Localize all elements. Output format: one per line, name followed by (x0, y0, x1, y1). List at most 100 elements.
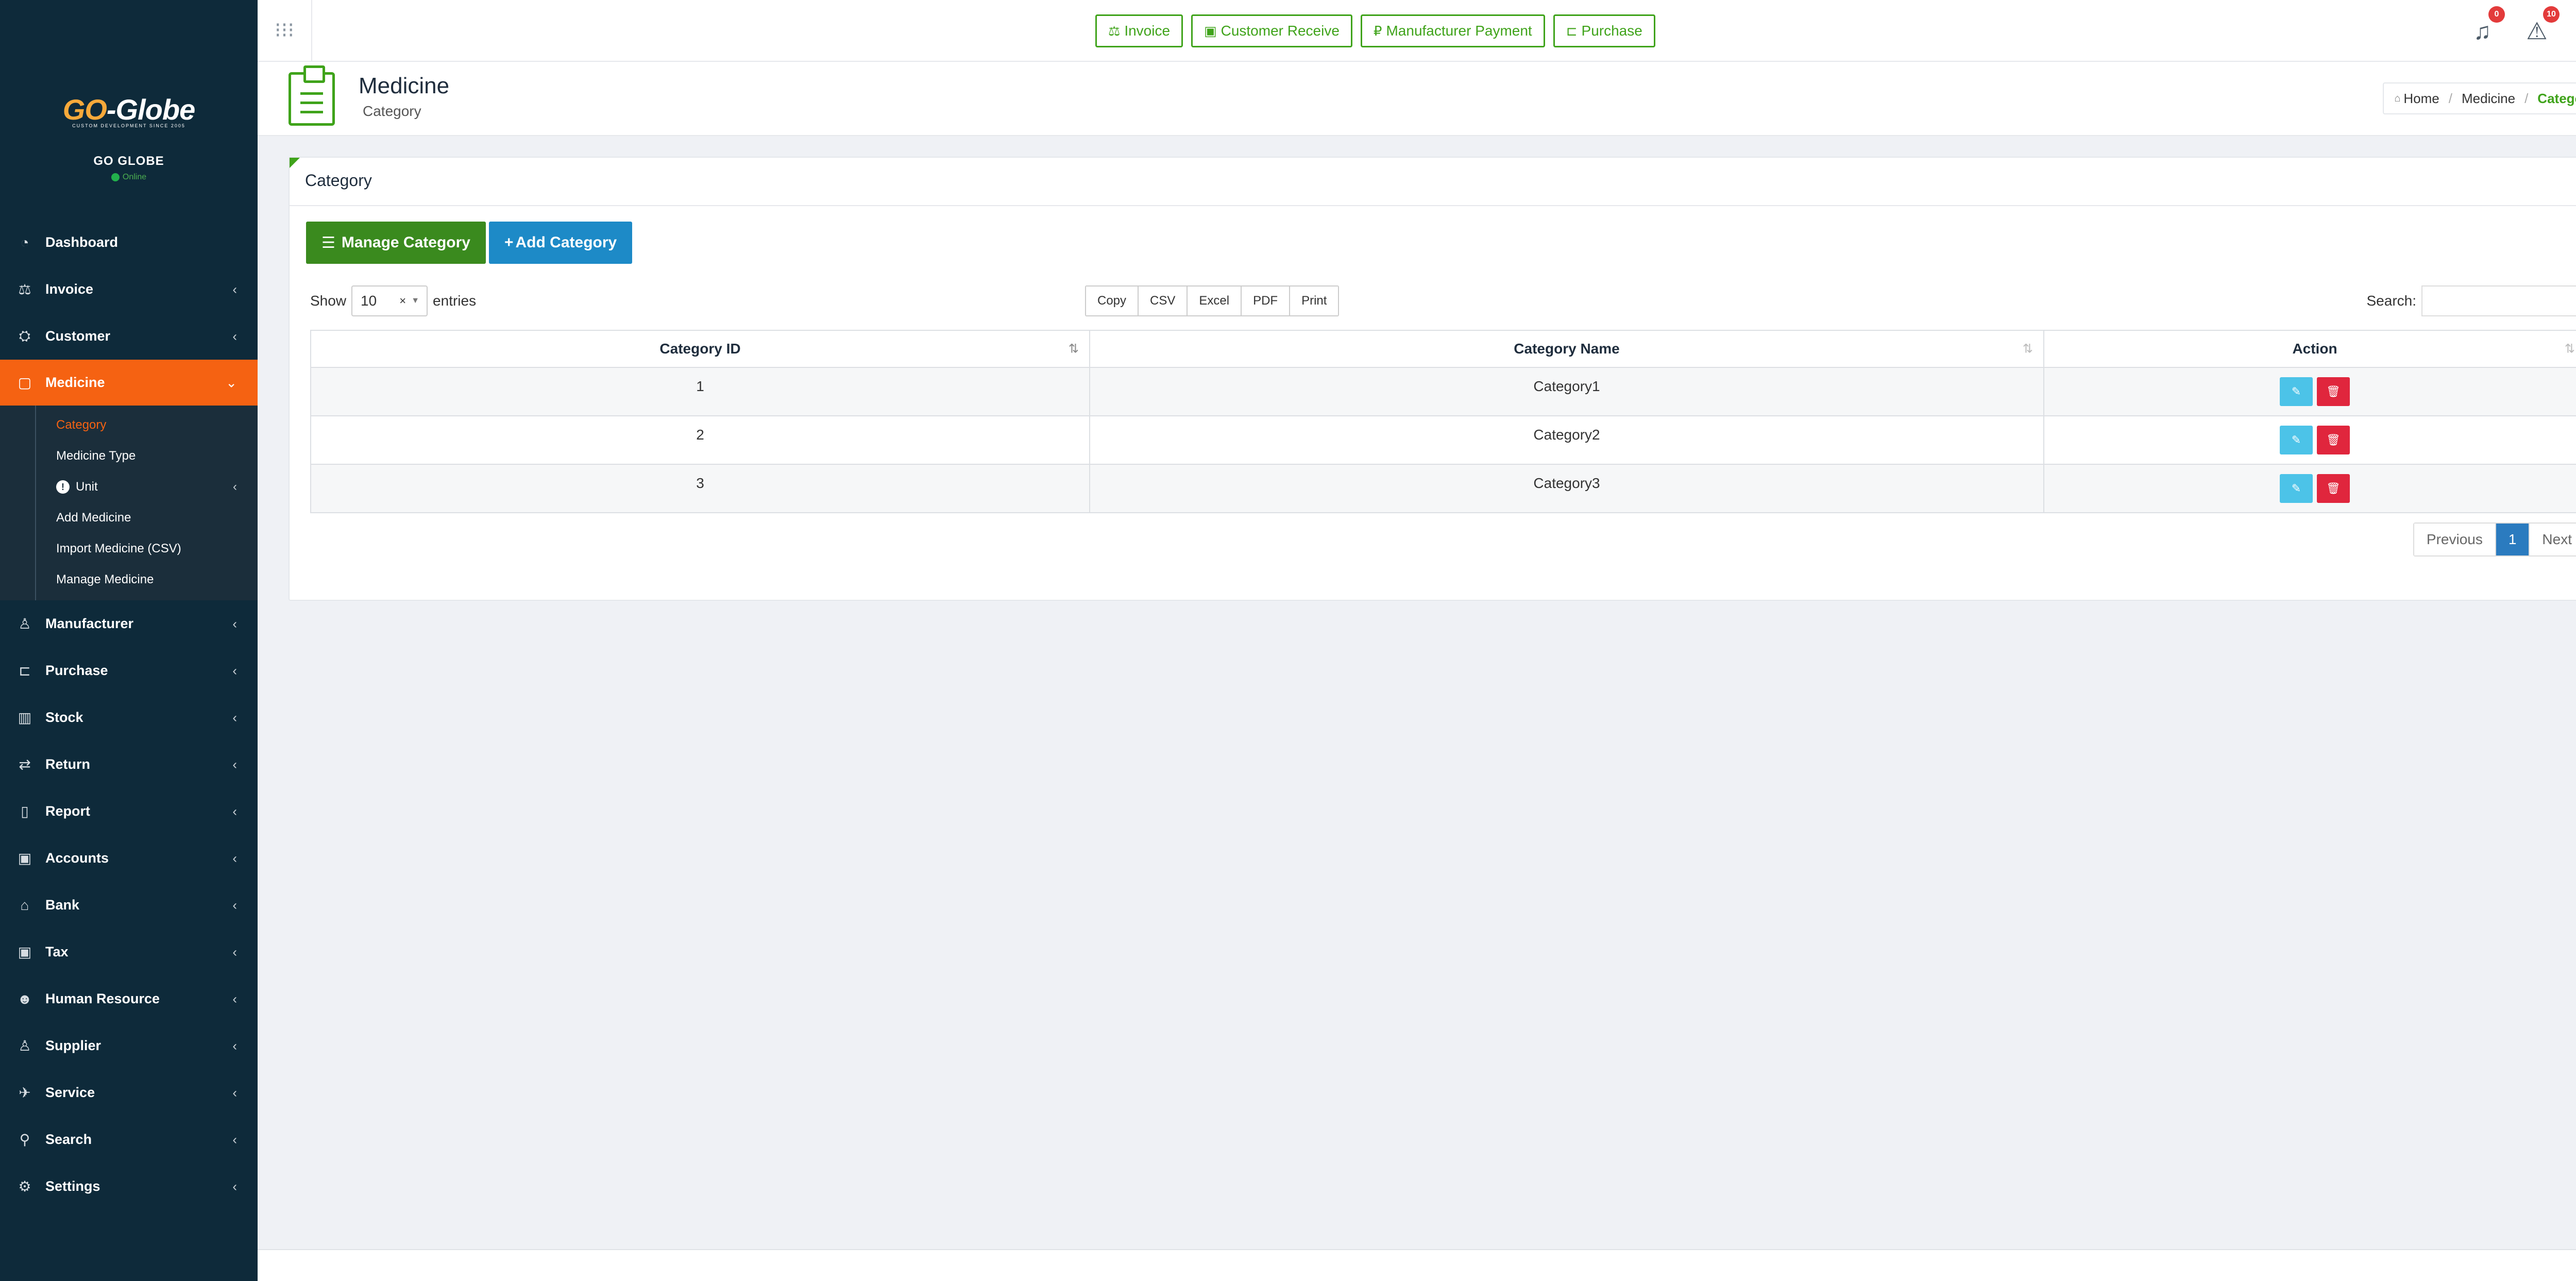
submenu-manage-medicine[interactable]: Manage Medicine (0, 564, 258, 595)
chevron-left-icon: ‹ (232, 897, 237, 913)
logo-tagline: CUSTOM DEVELOPMENT SINCE 2005 (72, 123, 185, 128)
sidebar-item-human-resource[interactable]: ☻ Human Resource ‹ (0, 975, 258, 1022)
user-icon: ♙ (18, 1038, 31, 1054)
quick-invoice-button[interactable]: ⚖ Invoice (1095, 14, 1183, 47)
top-bar: ⁝⁝⁝ ⚖ Invoice ▣ Customer Receive ₽ Manufact… (258, 0, 2576, 62)
sidebar-item-label: Bank (45, 897, 80, 913)
delete-button[interactable]: 🗑 (2317, 474, 2350, 503)
pdf-button[interactable]: PDF (1242, 286, 1291, 315)
sidebar-item-label: Dashboard (45, 234, 118, 250)
breadcrumb-separator: / (2448, 90, 2452, 106)
previous-page-button[interactable]: Previous (2414, 524, 2496, 555)
notification-badge: 0 (2488, 6, 2505, 23)
sidebar-item-stock[interactable]: ▥ Stock ‹ (0, 694, 258, 741)
breadcrumb-medicine[interactable]: Medicine (2462, 91, 2515, 107)
add-category-button[interactable]: + Add Category (488, 222, 633, 264)
submenu-unit[interactable]: ! Unit ‹ (0, 471, 258, 502)
chevron-left-icon: ‹ (232, 616, 237, 631)
next-page-button[interactable]: Next (2530, 524, 2576, 555)
plus-icon: + (504, 234, 514, 251)
manage-category-button[interactable]: ☰ Manage Category (306, 222, 486, 264)
clear-icon[interactable]: × (399, 294, 406, 308)
sort-asc-icon: ⇅ (1068, 342, 1079, 356)
sidebar-item-supplier[interactable]: ♙ Supplier ‹ (0, 1022, 258, 1069)
edit-button[interactable]: ✎ (2280, 426, 2313, 454)
trash-icon: 🗑 (2326, 482, 2341, 495)
apps-grid-icon[interactable]: ⁝⁝⁝ (258, 0, 312, 61)
excel-button[interactable]: Excel (1188, 286, 1242, 315)
sidebar-item-dashboard[interactable]: ◔ Dashboard (0, 219, 258, 266)
sidebar-item-settings[interactable]: ⚙ Settings ‹ (0, 1163, 258, 1210)
search-input[interactable] (2421, 285, 2576, 316)
entries-select[interactable]: 10 × ▼ (351, 285, 428, 316)
sidebar-item-label: Invoice (45, 281, 94, 297)
button-label: Manage Category (341, 234, 470, 251)
sidebar-item-customer[interactable]: ⛭ Customer ‹ (0, 313, 258, 360)
submenu-medicine-type[interactable]: Medicine Type (0, 441, 258, 471)
sidebar-item-label: Supplier (45, 1038, 101, 1053)
table-row: 1 Category1 ✎ 🗑 (310, 367, 2576, 416)
csv-button[interactable]: CSV (1139, 286, 1188, 315)
submenu-add-medicine[interactable]: Add Medicine (0, 502, 258, 533)
column-header-action[interactable]: Action ⇅ (2043, 330, 2576, 368)
quick-label: Manufacturer Payment (1386, 23, 1532, 39)
sidebar-item-label: Accounts (45, 850, 109, 866)
page-1-button[interactable]: 1 (2496, 524, 2530, 555)
cell-action: ✎ 🗑 (2043, 415, 2576, 465)
edit-button[interactable]: ✎ (2280, 474, 2313, 503)
sidebar-item-tax[interactable]: ▣ Tax ‹ (0, 929, 258, 975)
sidebar-item-accounts[interactable]: ▣ Accounts ‹ (0, 835, 258, 882)
entries-length: Show 10 × ▼ entries (310, 285, 476, 316)
quick-manufacturer-payment-button[interactable]: ₽ Manufacturer Payment (1360, 14, 1545, 47)
chevron-left-icon: ‹ (232, 944, 237, 959)
user-icon: ♙ (18, 616, 31, 632)
quick-purchase-button[interactable]: ⊏ Purchase (1553, 14, 1655, 47)
sidebar-item-label: Customer (45, 328, 111, 344)
logo: GO-Globe (62, 93, 195, 126)
top-icons: ♫0 ⚠10 ⚙ (2467, 6, 2576, 46)
sidebar-item-search[interactable]: ⚲ Search ‹ (0, 1116, 258, 1163)
print-button[interactable]: Print (1290, 286, 1338, 315)
submenu-import-medicine[interactable]: Import Medicine (CSV) (0, 533, 258, 564)
sidebar-item-invoice[interactable]: ⚖ Invoice ‹ (0, 266, 258, 313)
card-header: Category (290, 158, 2576, 206)
sidebar-item-label: Medicine (45, 375, 105, 390)
book-icon: ▯ (21, 803, 29, 819)
quick-label: Customer Receive (1221, 23, 1340, 39)
cell-category-id: 2 (310, 415, 1090, 465)
delete-button[interactable]: 🗑 (2317, 377, 2350, 406)
sidebar-item-return[interactable]: ⇄ Return ‹ (0, 741, 258, 788)
quick-customer-receive-button[interactable]: ▣ Customer Receive (1191, 14, 1352, 47)
edit-button[interactable]: ✎ (2280, 377, 2313, 406)
button-label: Add Category (515, 234, 617, 251)
service-icon: ✈ (19, 1085, 31, 1101)
sidebar-item-report[interactable]: ▯ Report ‹ (0, 788, 258, 835)
submenu-category[interactable]: Category (0, 410, 258, 441)
chevron-left-icon: ‹ (232, 1085, 237, 1100)
bell-icon[interactable]: ♫ 0 (2467, 6, 2505, 46)
sidebar: GO-Globe CUSTOM DEVELOPMENT SINCE 2005 G… (0, 0, 258, 1281)
chevron-left-icon: ‹ (232, 1038, 237, 1053)
sidebar-item-purchase[interactable]: ⊏ Purchase ‹ (0, 647, 258, 694)
sidebar-item-manufacturer[interactable]: ♙ Manufacturer ‹ (0, 600, 258, 647)
sort-icon: ⇅ (2564, 342, 2575, 356)
clipboard-icon (289, 65, 335, 126)
breadcrumb-home[interactable]: Home (2403, 91, 2439, 107)
table-search: Search: (2367, 285, 2576, 316)
chevron-left-icon: ‹ (232, 756, 237, 772)
money-icon: ▣ (18, 850, 32, 866)
copy-button[interactable]: Copy (1086, 286, 1139, 315)
column-header-category-name[interactable]: Category Name ⇅ (1089, 330, 2044, 368)
sidebar-item-medicine[interactable]: ▢ Medicine ⌄ (0, 360, 258, 406)
sidebar-item-bank[interactable]: ⌂ Bank ‹ (0, 882, 258, 929)
bar-chart-icon: ▥ (18, 710, 32, 726)
balance-scale-icon: ⚖ (18, 281, 31, 297)
column-header-category-id[interactable]: Category ID ⇅ (310, 330, 1090, 368)
sidebar-item-service[interactable]: ✈ Service ‹ (0, 1069, 258, 1116)
brand: GO-Globe CUSTOM DEVELOPMENT SINCE 2005 G… (0, 93, 258, 182)
delete-button[interactable]: 🗑 (2317, 426, 2350, 454)
exchange-icon: ⇄ (19, 756, 31, 772)
sort-icon: ⇅ (2022, 342, 2033, 356)
trash-icon: 🗑 (2326, 433, 2341, 446)
warning-icon[interactable]: ⚠ 10 (2521, 6, 2560, 46)
